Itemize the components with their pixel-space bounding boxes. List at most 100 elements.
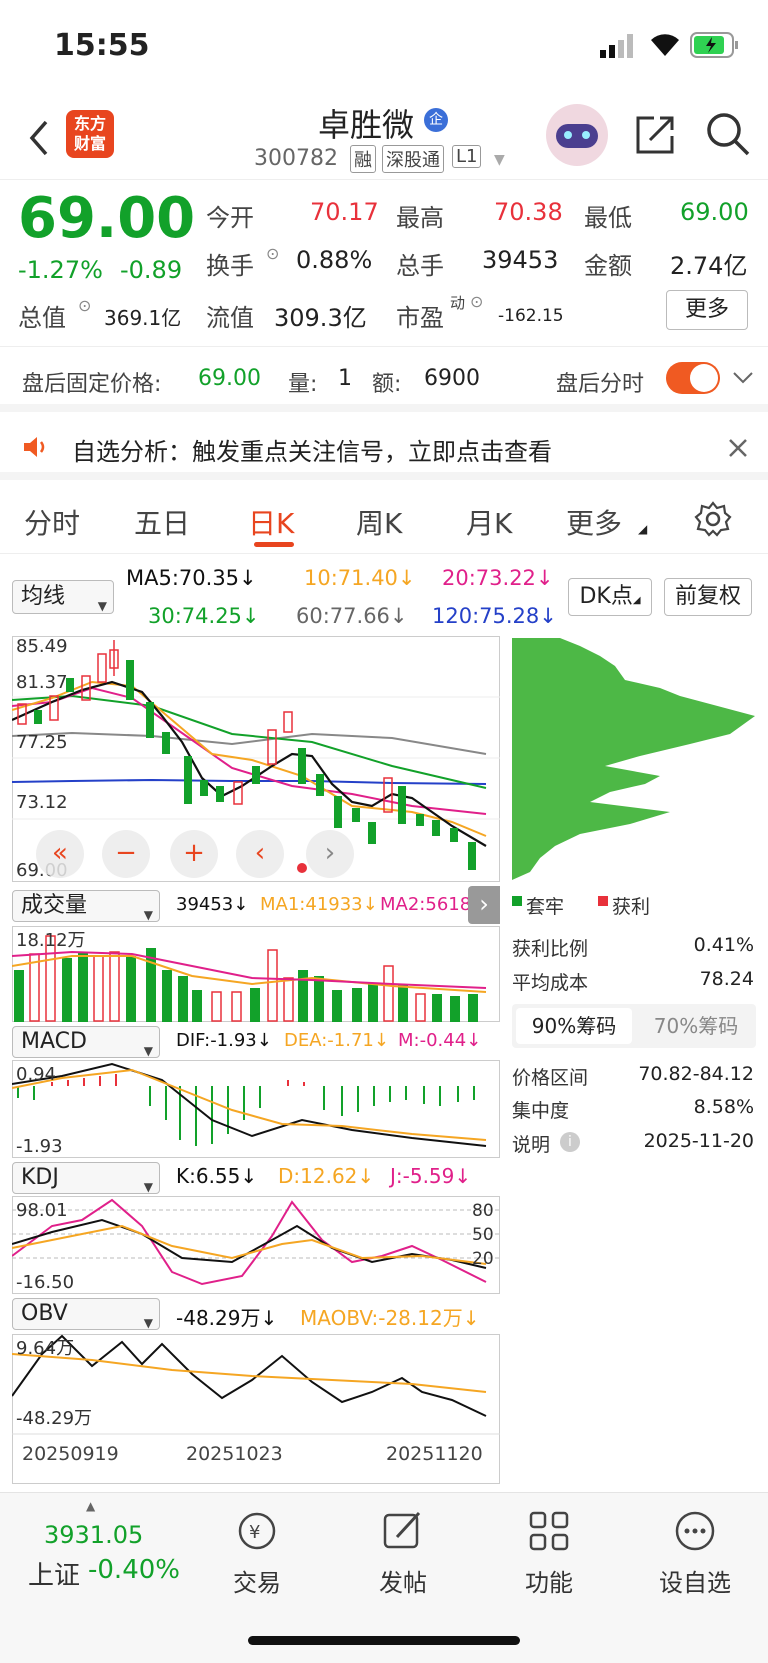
pe-dynamic-mark: 动 bbox=[450, 294, 466, 312]
ma30-value: 30:74.25↓ bbox=[148, 604, 260, 628]
tab-five-day[interactable]: 五日 bbox=[134, 502, 190, 542]
zoom-in-button[interactable]: + bbox=[170, 830, 218, 878]
home-indicator[interactable] bbox=[248, 1636, 520, 1645]
after-hours-amt-label: 额: bbox=[372, 372, 402, 397]
tab-chip-90[interactable]: 90%筹码 bbox=[516, 1008, 632, 1044]
kdj-selector[interactable]: KDJ ▼ bbox=[12, 1162, 160, 1194]
avg-cost-value: 78.24 bbox=[699, 968, 754, 990]
tab-weekly-k[interactable]: 周K bbox=[356, 502, 402, 542]
high-value: 70.38 bbox=[494, 198, 563, 226]
pe-value: -162.15 bbox=[498, 306, 564, 326]
after-hours-amt: 6900 bbox=[424, 366, 480, 391]
wifi-icon bbox=[651, 34, 679, 56]
volume-indicator-selector[interactable]: 成交量 ▼ bbox=[12, 890, 160, 922]
chip-distribution-chart bbox=[512, 638, 755, 880]
date-mid: 20251023 bbox=[186, 1443, 283, 1465]
grid-icon bbox=[529, 1511, 569, 1551]
stock-header: 东方 财富 卓胜微 企 300782 融 深股通 L1 ▼ bbox=[0, 90, 768, 180]
chevron-down-icon[interactable]: ▼ bbox=[494, 152, 505, 168]
profit-legend: 获利 bbox=[612, 896, 651, 918]
kdj-level-80: 80 bbox=[472, 1201, 494, 1221]
chip-tab-bar: 90%筹码 70%筹码 bbox=[512, 1004, 756, 1048]
kdj-d: D:12.62↓ bbox=[278, 1164, 375, 1188]
change-value: -0.89 bbox=[120, 256, 183, 284]
note-date-value: 2025-11-20 bbox=[643, 1130, 754, 1152]
add-watchlist-button[interactable]: 设自选 bbox=[640, 1509, 750, 1598]
trap-legend: 套牢 bbox=[526, 896, 565, 918]
post-button[interactable]: 发帖 bbox=[348, 1509, 458, 1598]
macd-selector[interactable]: MACD ▼ bbox=[12, 1026, 160, 1058]
obv-ymax: 9.64万 bbox=[16, 1338, 74, 1359]
gear-icon[interactable] bbox=[694, 500, 732, 538]
macd-dif: DIF:-1.93↓ bbox=[176, 1030, 272, 1051]
pe-label: 市盈 bbox=[396, 304, 444, 332]
adjust-button[interactable]: 前复权 bbox=[664, 578, 752, 616]
last-price: 69.00 bbox=[18, 186, 196, 251]
period-tabs: 分时 五日 日K 周K 月K 更多 ◢ bbox=[0, 486, 768, 554]
kdj-level-20: 20 bbox=[472, 1249, 494, 1269]
concentration-label: 集中度 bbox=[512, 1100, 570, 1122]
margin-tag: 融 bbox=[350, 145, 376, 173]
close-icon[interactable] bbox=[728, 438, 748, 458]
info-icon[interactable]: ⊙ bbox=[266, 244, 279, 263]
status-bar: 15:55 bbox=[0, 0, 768, 90]
kline-ymax: 85.49 bbox=[16, 636, 68, 657]
functions-button[interactable]: 功能 bbox=[494, 1509, 604, 1598]
profit-ratio-value: 0.41% bbox=[693, 934, 754, 956]
stock-code: 300782 bbox=[254, 146, 338, 171]
alert-banner[interactable]: 自选分析：触发重点关注信号，立即点击查看 bbox=[0, 418, 768, 480]
dk-point-button[interactable]: DK点◢ bbox=[568, 578, 652, 616]
macd-chart: 0.94 -1.93 bbox=[12, 1060, 500, 1158]
share-icon[interactable] bbox=[632, 112, 678, 158]
open-label: 今开 bbox=[206, 204, 254, 232]
tab-chip-70[interactable]: 70%筹码 bbox=[640, 1008, 752, 1044]
tab-intraday[interactable]: 分时 bbox=[24, 502, 80, 542]
back-icon[interactable] bbox=[26, 118, 52, 158]
ma-selector[interactable]: 均线 ▼ bbox=[12, 580, 114, 614]
more-dots-icon bbox=[675, 1511, 715, 1551]
assistant-avatar[interactable] bbox=[546, 104, 608, 166]
status-time: 15:55 bbox=[54, 28, 150, 63]
trade-icon: ¥ bbox=[238, 1512, 276, 1550]
low-label: 最低 bbox=[584, 204, 632, 232]
scroll-left-button[interactable]: ‹ bbox=[236, 830, 284, 878]
info-icon[interactable]: ⊙ bbox=[78, 296, 91, 315]
high-label: 最高 bbox=[396, 204, 444, 232]
scroll-right-button[interactable]: › bbox=[306, 830, 354, 878]
kdj-ymin: -16.50 bbox=[16, 1272, 74, 1293]
after-hours-price: 69.00 bbox=[198, 366, 261, 391]
index-value[interactable]: 3931.05 bbox=[44, 1521, 143, 1549]
tab-more[interactable]: 更多 bbox=[566, 502, 622, 542]
ma5-value: MA5:70.35↓ bbox=[126, 566, 257, 590]
ma120-value: 120:75.28↓ bbox=[432, 604, 557, 628]
scroll-left-fast-button[interactable]: « bbox=[36, 830, 84, 878]
ma20-value: 20:73.22↓ bbox=[442, 566, 554, 590]
index-change: -0.40% bbox=[88, 1555, 180, 1585]
expand-panel-icon[interactable]: › bbox=[468, 886, 500, 924]
stock-name: 卓胜微 bbox=[318, 106, 415, 144]
trade-button[interactable]: ¥ 交易 bbox=[202, 1509, 312, 1598]
volume-value: 39453 bbox=[482, 246, 559, 274]
zoom-out-button[interactable]: − bbox=[102, 830, 150, 878]
info-icon[interactable]: i bbox=[560, 1132, 580, 1152]
connect-tag: 深股通 bbox=[382, 145, 444, 173]
concentration-value: 8.58% bbox=[693, 1096, 754, 1118]
app-logo[interactable]: 东方 财富 bbox=[66, 110, 114, 158]
chevron-down-icon[interactable] bbox=[732, 370, 754, 386]
after-hours-toggle[interactable] bbox=[666, 362, 720, 394]
obv-selector[interactable]: OBV ▼ bbox=[12, 1298, 160, 1330]
tab-monthly-k[interactable]: 月K bbox=[466, 502, 512, 542]
kdj-k: K:6.55↓ bbox=[176, 1164, 258, 1188]
after-hours-vol: 1 bbox=[338, 366, 352, 391]
more-quote-button[interactable]: 更多 bbox=[666, 290, 748, 330]
ma10-value: 10:71.40↓ bbox=[304, 566, 416, 590]
macd-ymin: -1.93 bbox=[16, 1136, 63, 1157]
macd-dea: DEA:-1.71↓ bbox=[284, 1030, 389, 1051]
tab-daily-k[interactable]: 日K bbox=[248, 502, 294, 542]
caret-down-icon: ▼ bbox=[97, 599, 107, 613]
profit-legend-swatch bbox=[598, 896, 608, 906]
info-icon[interactable]: ⊙ bbox=[470, 292, 483, 311]
search-icon[interactable] bbox=[704, 110, 752, 158]
index-name[interactable]: 上证 bbox=[28, 1555, 80, 1592]
volume-chart: 18.12万 bbox=[12, 926, 500, 1022]
